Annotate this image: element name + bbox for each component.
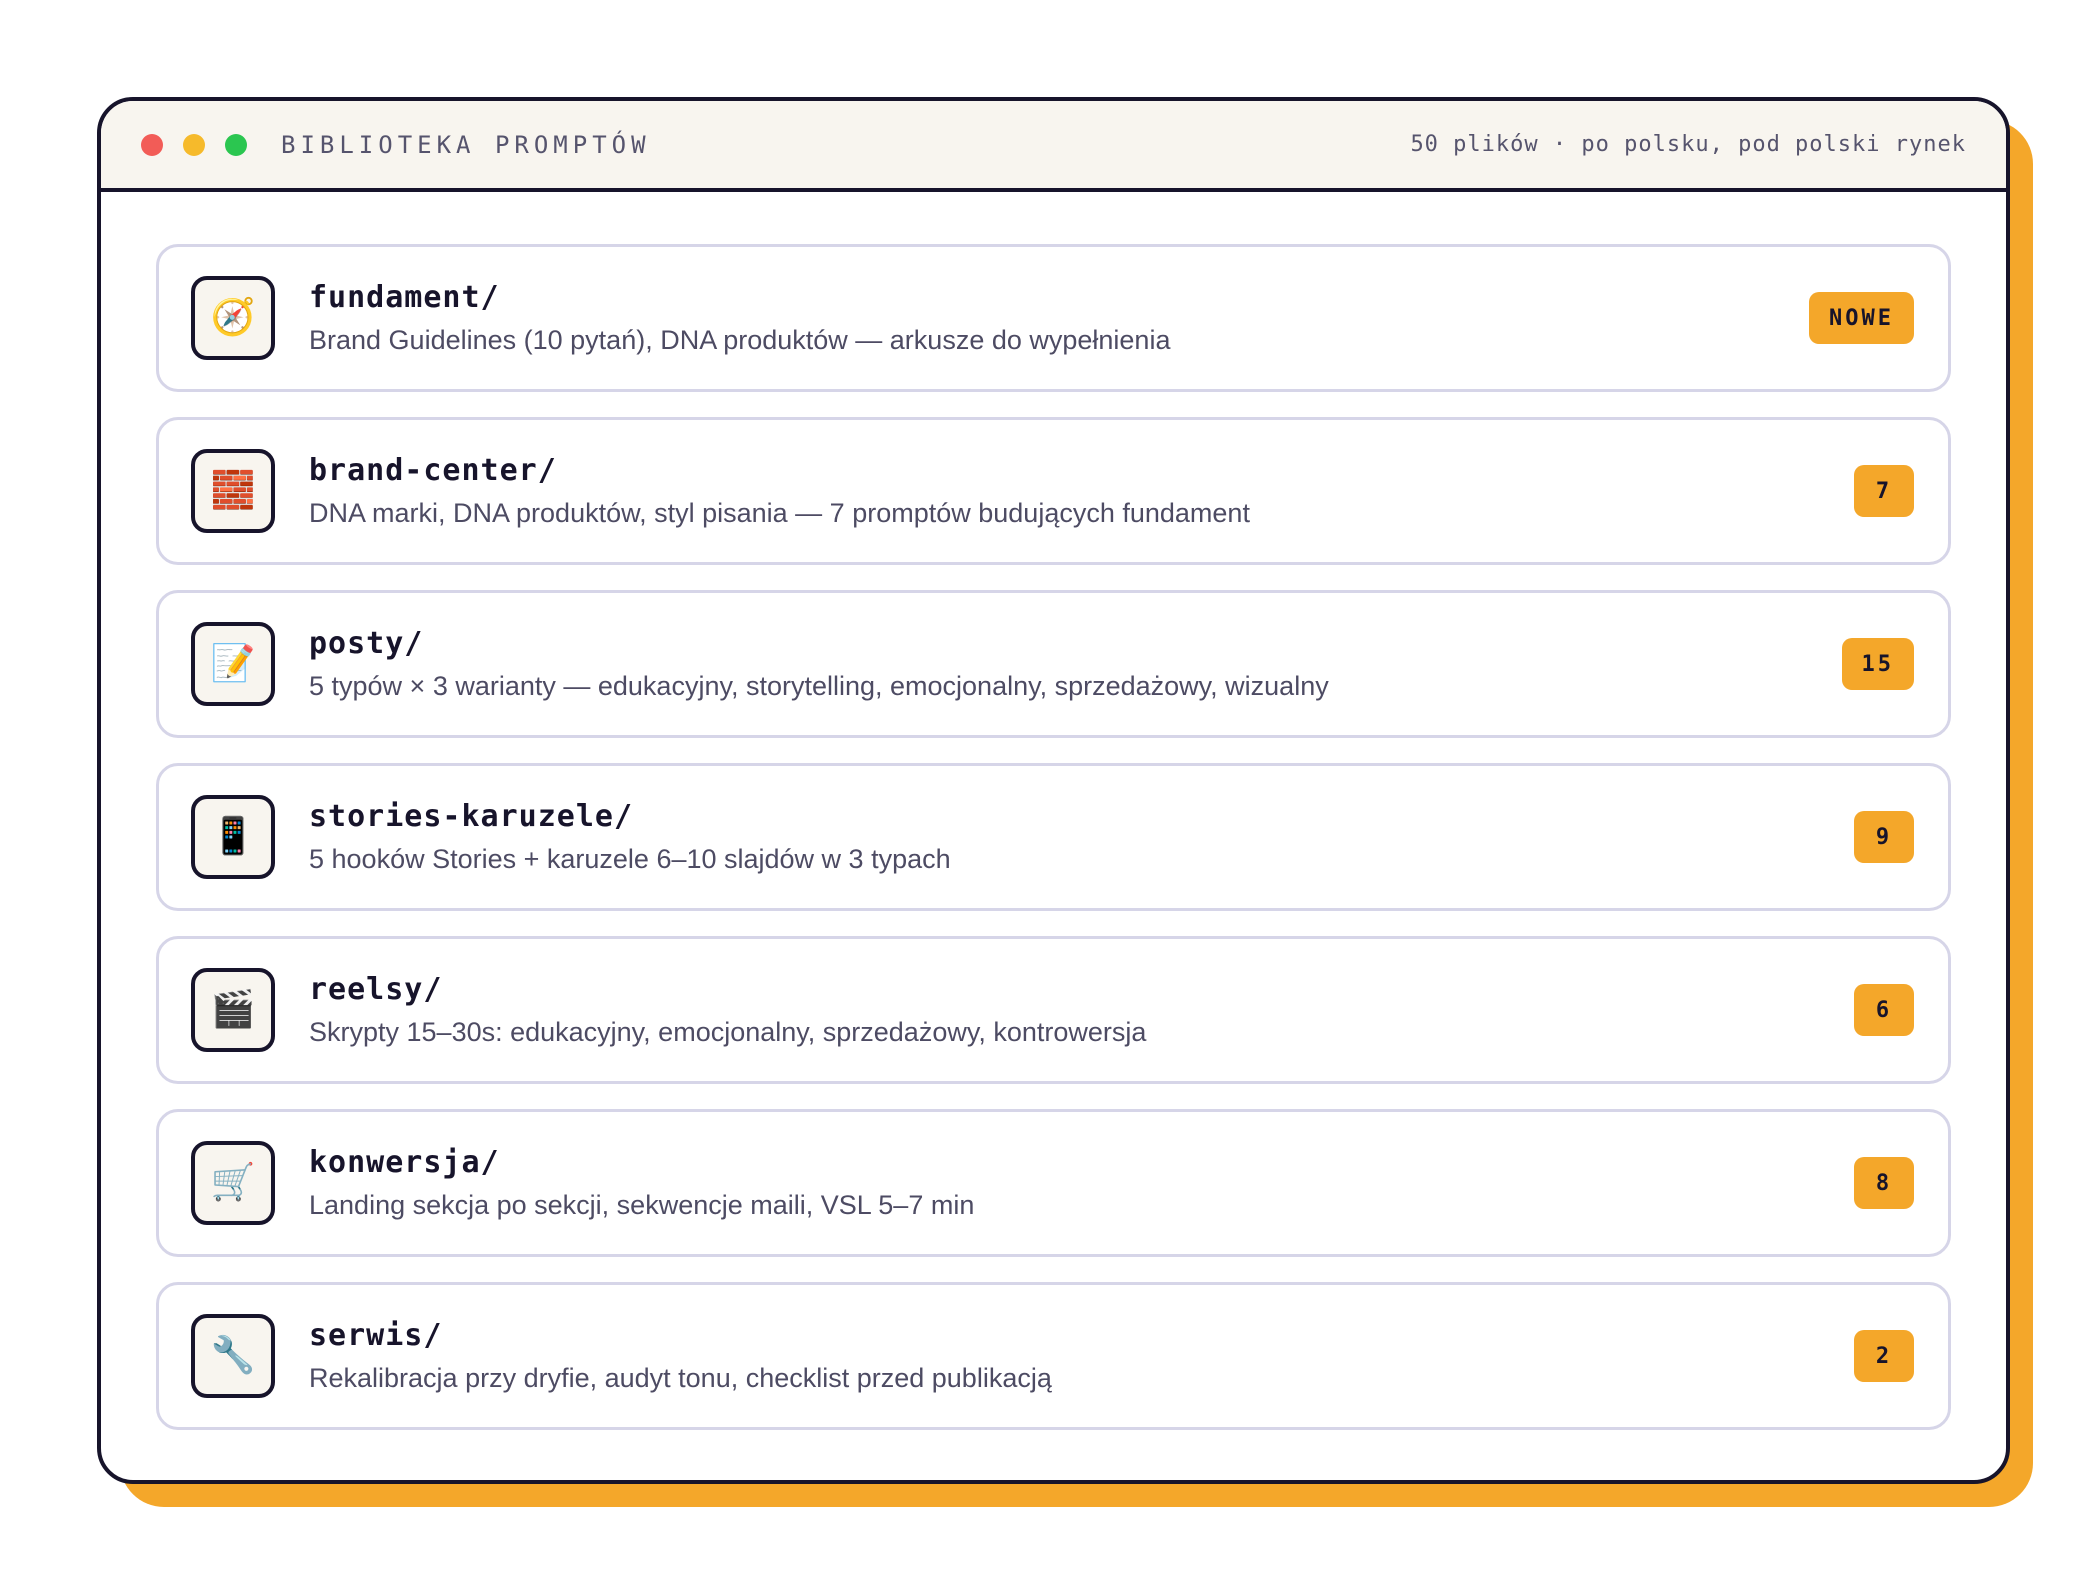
folder-description: 5 hooków Stories + karuzele 6–10 slajdów… (309, 844, 951, 874)
folder-description: 5 typów × 3 warianty — edukacyjny, story… (309, 671, 1329, 701)
folder-row-brand-center[interactable]: 🧱 brand-center/ DNA marki, DNA produktów… (156, 417, 1951, 565)
folder-description: Brand Guidelines (10 pytań), DNA produkt… (309, 325, 1171, 355)
folder-row-reelsy[interactable]: 🎬 reelsy/ Skrypty 15–30s: edukacyjny, em… (156, 936, 1951, 1084)
folder-name: brand-center/ (309, 453, 557, 488)
folder-description: DNA marki, DNA produktów, styl pisania —… (309, 498, 1250, 528)
folder-name: fundament/ (309, 280, 500, 315)
title-bar: BIBLIOTEKA PROMPTÓW 50 plików · po polsk… (101, 101, 2006, 192)
folder-list: 🧭 fundament/ Brand Guidelines (10 pytań)… (101, 192, 2006, 1430)
folder-row-serwis[interactable]: 🔧 serwis/ Rekalibracja przy dryfie, audy… (156, 1282, 1951, 1430)
folder-row-stories-karuzele[interactable]: 📱 stories-karuzele/ 5 hooków Stories + k… (156, 763, 1951, 911)
bricks-icon: 🧱 (191, 449, 275, 533)
cart-icon: 🛒 (191, 1141, 275, 1225)
folder-description: Skrypty 15–30s: edukacyjny, emocjonalny,… (309, 1017, 1147, 1047)
library-window: BIBLIOTEKA PROMPTÓW 50 plików · po polsk… (97, 97, 2010, 1484)
new-badge: NOWE (1809, 292, 1914, 344)
folder-name: posty/ (309, 626, 424, 661)
compass-icon: 🧭 (191, 276, 275, 360)
folder-name: serwis/ (309, 1318, 443, 1353)
count-badge: 8 (1854, 1157, 1914, 1209)
folder-row-konwersja[interactable]: 🛒 konwersja/ Landing sekcja po sekcji, s… (156, 1109, 1951, 1257)
file-count-info: 50 plików · po polsku, pod polski rynek (1410, 132, 1966, 157)
count-badge: 7 (1854, 465, 1914, 517)
minimize-window-button[interactable] (183, 133, 205, 156)
count-badge: 9 (1854, 811, 1914, 863)
folder-name: stories-karuzele/ (309, 799, 634, 834)
count-badge: 6 (1854, 984, 1914, 1036)
folder-description: Landing sekcja po sekcji, sekwencje mail… (309, 1190, 975, 1220)
folder-name: reelsy/ (309, 972, 443, 1007)
count-badge: 15 (1841, 638, 1914, 690)
close-window-button[interactable] (141, 133, 163, 156)
window-title: BIBLIOTEKA PROMPTÓW (281, 130, 651, 159)
folder-row-fundament[interactable]: 🧭 fundament/ Brand Guidelines (10 pytań)… (156, 244, 1951, 392)
folder-description: Rekalibracja przy dryfie, audyt tonu, ch… (309, 1363, 1052, 1393)
phone-icon: 📱 (191, 795, 275, 879)
folder-row-posty[interactable]: 📝 posty/ 5 typów × 3 warianty — edukacyj… (156, 590, 1951, 738)
wrench-icon: 🔧 (191, 1314, 275, 1398)
memo-icon: 📝 (191, 622, 275, 706)
folder-name: konwersja/ (309, 1145, 500, 1180)
clapperboard-icon: 🎬 (191, 968, 275, 1052)
maximize-window-button[interactable] (225, 133, 247, 156)
count-badge: 2 (1854, 1330, 1914, 1382)
